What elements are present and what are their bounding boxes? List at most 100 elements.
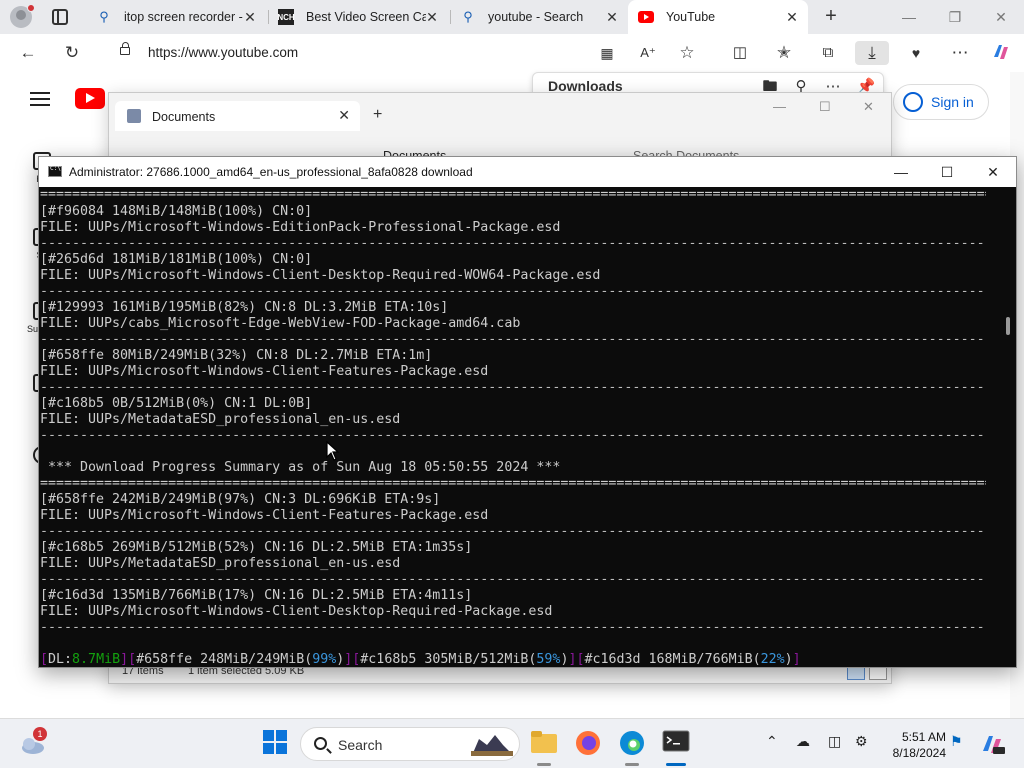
- sign-in-button[interactable]: Sign in: [893, 84, 989, 120]
- youtube-favicon-icon: [638, 9, 654, 25]
- person-icon: [903, 92, 923, 112]
- collections-icon[interactable]: ⧉: [815, 41, 841, 65]
- tab-itop-recorder[interactable]: ⚲ itop screen recorder - ✕: [86, 0, 266, 34]
- console-output[interactable]: ========================================…: [39, 187, 1001, 667]
- nch-favicon-icon: NCH: [277, 9, 295, 25]
- console-rule: ----------------------------------------…: [40, 620, 986, 635]
- menu-icon[interactable]: [30, 92, 50, 106]
- maximize-button[interactable]: ❐: [932, 0, 978, 34]
- browser-tab-bar: ⚲ itop screen recorder - ✕ NCH Best Vide…: [0, 0, 1024, 34]
- close-window-button[interactable]: ✕: [970, 157, 1016, 187]
- display-icon[interactable]: ◫: [828, 733, 841, 750]
- console-title: Administrator: 27686.1000_amd64_en-us_pr…: [69, 165, 473, 179]
- summary-header: *** Download Progress Summary as of Sun …: [40, 460, 561, 475]
- maximize-button[interactable]: ☐: [819, 99, 831, 115]
- new-tab-button[interactable]: +: [820, 6, 842, 28]
- apps-available-icon[interactable]: ▦: [594, 41, 620, 65]
- notification-dot: [27, 4, 35, 12]
- progress-percent: 22%: [760, 652, 785, 667]
- paren: ): [784, 652, 793, 667]
- firefox-icon[interactable]: [574, 729, 604, 759]
- read-aloud-icon[interactable]: A⁺: [635, 41, 661, 65]
- accessibility-icon[interactable]: ⚙: [855, 733, 868, 750]
- console-rule: ----------------------------------------…: [40, 284, 986, 299]
- show-hidden-icons-icon[interactable]: ⌃: [766, 733, 778, 750]
- network-off-icon[interactable]: ☁: [796, 733, 810, 750]
- search-icon: [314, 737, 327, 750]
- favorites-icon[interactable]: ✭: [771, 41, 797, 65]
- copilot-preview-icon[interactable]: [980, 731, 1006, 757]
- url-text[interactable]: https://www.youtube.com: [148, 45, 298, 60]
- bracket: ][: [344, 652, 361, 667]
- youtube-logo-icon[interactable]: [75, 88, 105, 109]
- browser-toolbar: ← ↻ https://www.youtube.com ▦ A⁺ ☆ ◫ ✭ ⧉…: [0, 34, 1024, 72]
- console-scrollbar[interactable]: [1001, 187, 1016, 667]
- taskbar-search-box[interactable]: Search: [300, 727, 520, 761]
- tab-label: Best Video Screen Ca: [306, 10, 426, 24]
- console-line: FILE: UUPs/Microsoft-Windows-Client-Desk…: [40, 604, 553, 619]
- time: 5:51 AM: [901, 730, 946, 744]
- terminal-icon[interactable]: [662, 729, 692, 759]
- close-icon[interactable]: ✕: [242, 9, 258, 25]
- tab-label: youtube - Search: [488, 10, 584, 24]
- progress-item: #c168b5 305MiB/512MiB(: [360, 652, 537, 667]
- console-line: [#658ffe 242MiB/249MiB(97%) CN:3 DL:696K…: [40, 492, 441, 507]
- console-line: FILE: UUPs/Microsoft-Windows-Client-Feat…: [40, 508, 489, 523]
- close-window-button[interactable]: ✕: [978, 0, 1024, 34]
- console-rule: ----------------------------------------…: [40, 236, 986, 251]
- console-line: FILE: UUPs/cabs_Microsoft-Edge-WebView-F…: [40, 316, 521, 331]
- minimize-button[interactable]: —: [886, 0, 932, 34]
- console-rule: ----------------------------------------…: [40, 380, 986, 395]
- minimize-button[interactable]: —: [773, 99, 786, 114]
- close-icon[interactable]: ✕: [424, 9, 440, 25]
- search-favicon-icon: ⚲: [463, 9, 473, 24]
- notification-bell-icon[interactable]: ⚑: [950, 733, 963, 750]
- address-bar[interactable]: https://www.youtube.com: [108, 38, 628, 68]
- tab-label: YouTube: [666, 10, 716, 24]
- console-line: [#f96084 148MiB/148MiB(100%) CN:0]: [40, 204, 313, 219]
- downloads-icon[interactable]: ⤓: [855, 41, 889, 65]
- maximize-button[interactable]: ☐: [924, 157, 970, 187]
- close-icon[interactable]: ✕: [784, 9, 800, 25]
- scroll-thumb[interactable]: [1006, 317, 1010, 335]
- split-screen-icon[interactable]: ◫: [727, 41, 753, 65]
- minimize-button[interactable]: —: [878, 157, 924, 187]
- bracket: ][: [568, 652, 585, 667]
- start-button[interactable]: [262, 729, 292, 759]
- favorite-star-icon[interactable]: ☆: [674, 41, 700, 65]
- console-rule: ----------------------------------------…: [40, 332, 986, 347]
- file-explorer-icon[interactable]: [530, 729, 560, 759]
- lock-icon[interactable]: [120, 42, 130, 55]
- tab-actions-icon[interactable]: [52, 9, 68, 25]
- progress-status-line: [DL:8.7MiB][#658ffe 248MiB/249MiB(99%)][…: [40, 652, 801, 667]
- refresh-icon[interactable]: ↻: [59, 41, 85, 65]
- bracket: ][: [120, 652, 137, 667]
- console-line: [#265d6d 181MiB/181MiB(100%) CN:0]: [40, 252, 313, 267]
- console-rule: ========================================…: [40, 476, 986, 491]
- progress-item: #658ffe 248MiB/249MiB(: [136, 652, 313, 667]
- edge-icon[interactable]: [618, 729, 648, 759]
- console-line: [#129993 161MiB/195MiB(82%) CN:8 DL:3.2M…: [40, 300, 449, 315]
- close-window-button[interactable]: ✕: [863, 99, 874, 115]
- copilot-icon[interactable]: [988, 41, 1014, 65]
- console-line: FILE: UUPs/MetadataESD_professional_en-u…: [40, 412, 401, 427]
- active-app-indicator: [666, 763, 686, 766]
- close-icon[interactable]: ✕: [338, 107, 350, 124]
- command-prompt-icon: [48, 165, 62, 177]
- progress-percent: 99%: [312, 652, 337, 667]
- tab-youtube-search[interactable]: ⚲ youtube - Search ✕: [450, 0, 628, 34]
- sign-in-label: Sign in: [931, 94, 974, 110]
- close-icon[interactable]: ✕: [604, 9, 620, 25]
- explorer-tab[interactable]: Documents ✕: [115, 101, 360, 131]
- tab-label: itop screen recorder -: [124, 10, 243, 24]
- bracket: ]: [792, 652, 801, 667]
- browser-essentials-icon[interactable]: ♥: [903, 41, 929, 65]
- bracket: [: [40, 652, 49, 667]
- new-tab-button[interactable]: +: [373, 106, 382, 124]
- taskbar: 1 Search ⌃ ☁ ◫ ⚙ 5:51 AM 8/18/2024 ⚑: [0, 718, 1024, 768]
- clock[interactable]: 5:51 AM 8/18/2024: [880, 729, 946, 761]
- tab-youtube[interactable]: YouTube ✕: [628, 0, 808, 34]
- back-arrow-icon[interactable]: ←: [15, 41, 41, 65]
- more-options-icon[interactable]: ⋯: [947, 41, 973, 65]
- tab-best-video-screen[interactable]: NCH Best Video Screen Ca ✕: [268, 0, 448, 34]
